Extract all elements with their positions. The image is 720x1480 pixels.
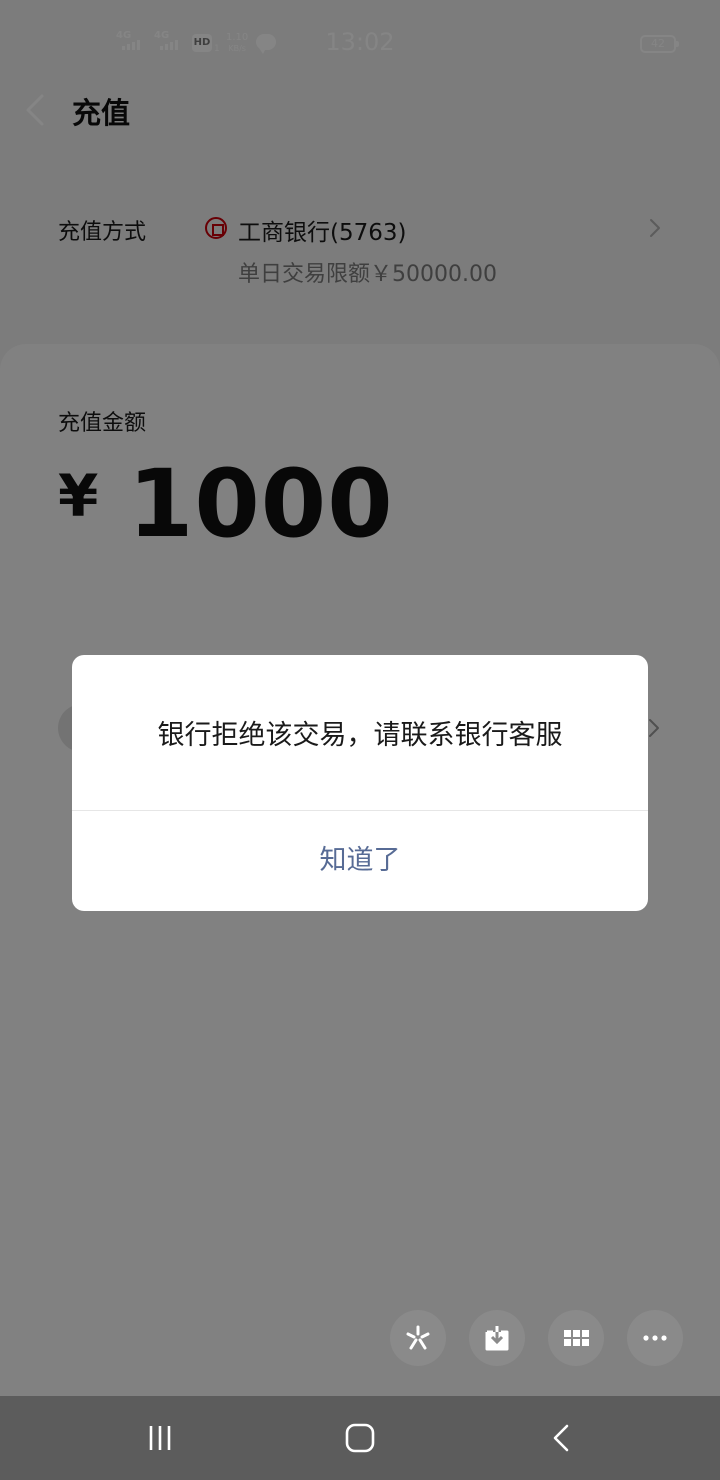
back-nav-button[interactable] [522,1396,602,1480]
alert-dialog: 银行拒绝该交易，请联系银行客服 知道了 [72,655,648,911]
recents-button[interactable] [120,1396,200,1480]
confirm-button[interactable]: 知道了 [72,811,648,911]
dialog-message: 银行拒绝该交易，请联系银行客服 [157,720,563,751]
download-button[interactable] [469,1310,525,1366]
back-icon [553,1424,569,1452]
recents-icon [149,1426,171,1450]
home-button[interactable] [320,1396,400,1480]
grid-button[interactable] [548,1310,604,1366]
more-button[interactable] [627,1310,683,1366]
system-navigation-bar [0,1396,720,1480]
more-icon [643,1335,667,1341]
download-icon [485,1326,509,1351]
sparkle-icon [406,1325,430,1350]
home-icon [345,1423,375,1453]
grid-icon [564,1330,589,1346]
sparkle-button[interactable] [390,1310,446,1366]
